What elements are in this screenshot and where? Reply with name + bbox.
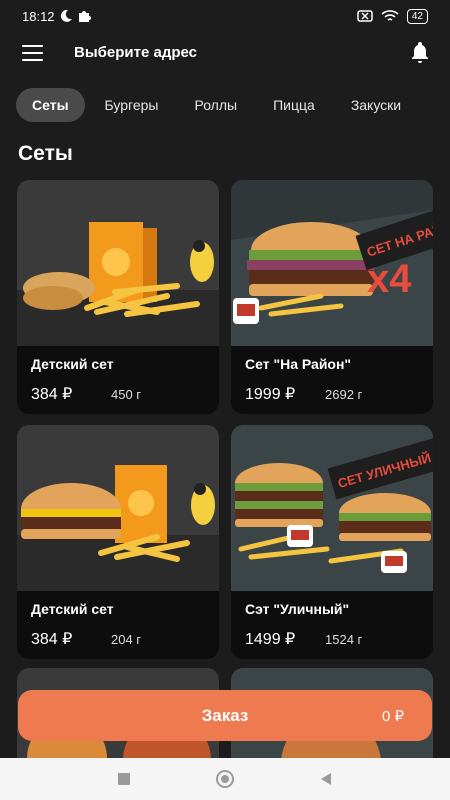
moon-icon: [60, 9, 72, 22]
product-card[interactable]: СЕТ НА РАЙОН x4 Сет "На Район" 1999 ₽ 26…: [231, 180, 433, 414]
status-bar: 18:12 42: [0, 0, 450, 32]
product-price: 384 ₽: [31, 631, 73, 648]
menu-icon[interactable]: [22, 45, 43, 61]
product-weight: 450 г: [111, 387, 142, 402]
wifi-icon: [381, 9, 399, 21]
recents-icon[interactable]: [117, 772, 131, 786]
product-weight: 1524 г: [325, 632, 363, 647]
address-selector[interactable]: Выберите адрес: [74, 44, 197, 61]
promo-multiplier: x4: [367, 257, 412, 301]
order-total: 0 ₽: [381, 707, 404, 725]
product-image: СЕТ НА РАЙОН x4: [231, 180, 433, 346]
category-tabs: Сеты Бургеры Роллы Пицца Закуски: [16, 88, 421, 122]
product-name: Детский сет: [31, 601, 114, 617]
product-weight: 2692 г: [325, 387, 363, 402]
tab-snacks[interactable]: Закуски: [335, 88, 417, 122]
system-nav-bar: [0, 758, 450, 800]
tab-sets[interactable]: Сеты: [16, 88, 85, 122]
product-price: 1499 ₽: [245, 631, 296, 648]
tab-burgers[interactable]: Бургеры: [89, 88, 175, 122]
product-card[interactable]: Детский сет 384 ₽ 450 г: [17, 180, 219, 414]
back-icon[interactable]: [319, 772, 333, 786]
product-price: 384 ₽: [31, 386, 73, 403]
bell-icon[interactable]: [408, 40, 432, 64]
app-header: Выберите адрес: [0, 32, 450, 76]
product-name: Детский сет: [31, 356, 114, 372]
order-button[interactable]: Заказ 0 ₽: [18, 690, 432, 741]
product-card[interactable]: СЕТ УЛИЧНЫЙ Сэт "Уличный" 1499 ₽ 1524 г: [231, 425, 433, 659]
tab-pizza[interactable]: Пицца: [257, 88, 331, 122]
battery-indicator: 42: [406, 8, 428, 24]
tab-rolls[interactable]: Роллы: [178, 88, 253, 122]
home-icon[interactable]: [215, 769, 235, 789]
product-weight: 204 г: [111, 632, 142, 647]
section-title: Сеты: [18, 142, 73, 165]
product-name: Сет "На Район": [245, 356, 352, 372]
product-image: [17, 180, 219, 346]
order-label: Заказ: [201, 705, 249, 725]
no-sim-icon: [357, 10, 373, 22]
product-price: 1999 ₽: [245, 386, 296, 403]
product-name: Сэт "Уличный": [245, 601, 350, 617]
product-image: СЕТ УЛИЧНЫЙ: [231, 425, 433, 591]
status-time: 18:12: [22, 8, 55, 24]
product-card[interactable]: Детский сет 384 ₽ 204 г: [17, 425, 219, 659]
product-image: [17, 425, 219, 591]
puzzle-icon: [78, 11, 91, 22]
